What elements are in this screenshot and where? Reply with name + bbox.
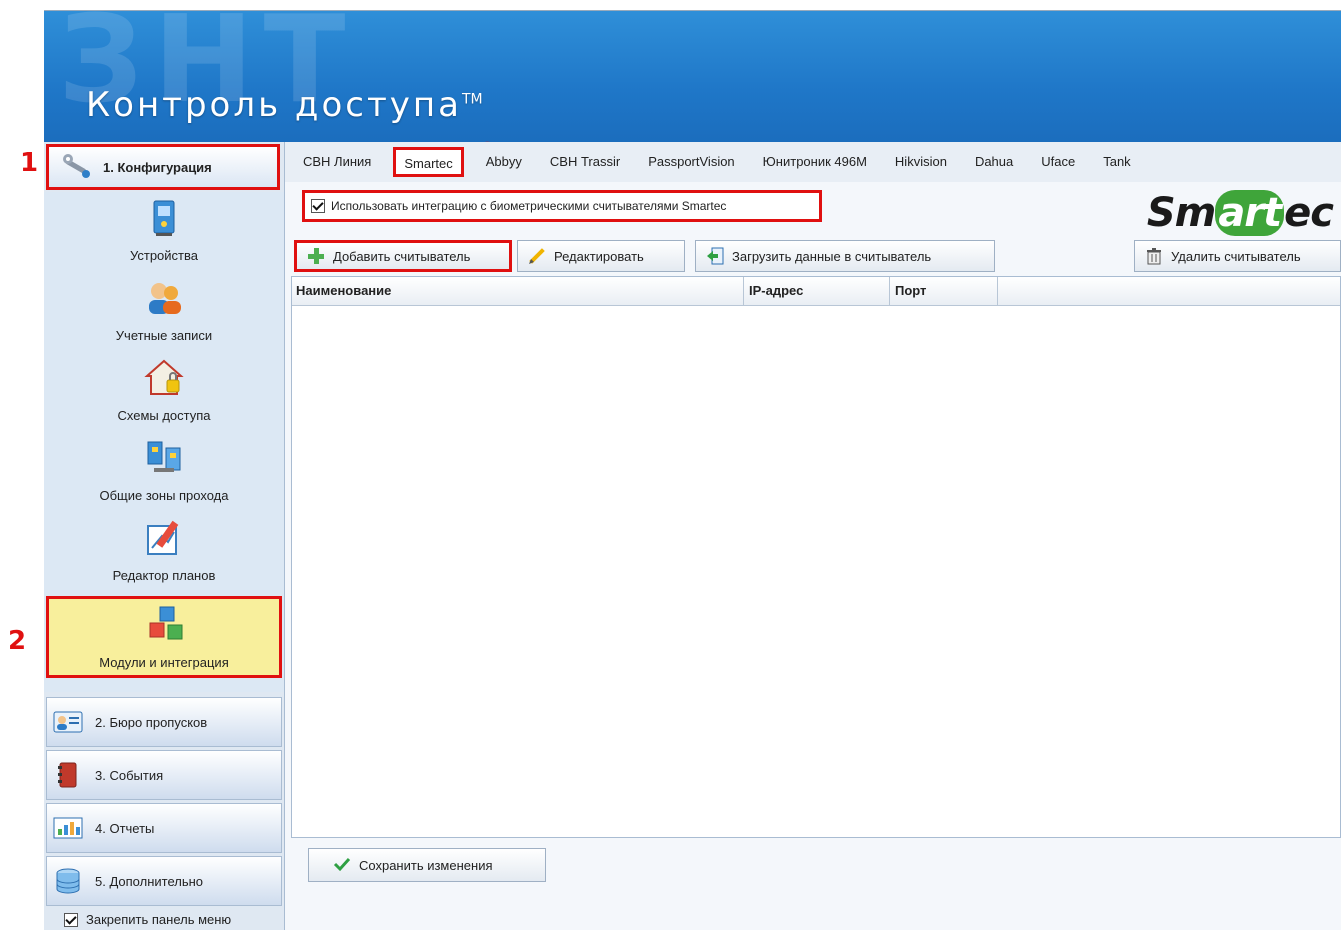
pass-bureau-icon xyxy=(53,709,83,735)
checkmark-icon xyxy=(333,856,351,875)
trash-icon xyxy=(1145,247,1163,265)
wrench-icon xyxy=(61,152,93,183)
section-label: 4. Отчеты xyxy=(95,820,155,836)
main-panel: СВН Линия Smartec Abbyy СВН Trassir Pass… xyxy=(285,142,1341,930)
sidebar-item-devices[interactable]: Устройства xyxy=(44,192,284,272)
configuration-label: 1. Конфигурация xyxy=(103,159,212,175)
access-schemes-icon xyxy=(144,358,184,398)
sidebar: 1. Конфигурация Устройства Учетные запис… xyxy=(44,142,285,930)
app-title: Контроль доступаTM xyxy=(86,85,483,125)
sidebar-item-label: Редактор планов xyxy=(112,568,216,583)
plan-editor-icon xyxy=(144,518,184,558)
section-additional[interactable]: 5. Дополнительно xyxy=(46,856,282,906)
section-label: 3. События xyxy=(95,767,164,783)
sidebar-item-access-schemes[interactable]: Схемы доступа xyxy=(44,352,284,432)
add-reader-button[interactable]: Добавить считыватель xyxy=(294,240,512,272)
pin-menu-checkbox[interactable] xyxy=(64,912,78,927)
devices-icon xyxy=(144,198,184,238)
frame-left-gutter xyxy=(0,0,44,930)
section-label: 2. Бюро пропусков xyxy=(95,714,208,730)
sidebar-item-label: Общие зоны прохода xyxy=(99,488,229,503)
pin-menu-label: Закрепить панель меню xyxy=(86,912,232,927)
use-integration-checkbox[interactable] xyxy=(311,199,325,213)
tab-svn-trassir[interactable]: СВН Trassir xyxy=(536,142,634,182)
edit-button[interactable]: Редактировать xyxy=(517,240,685,272)
table-header: Наименование IP-адрес Порт xyxy=(292,277,1340,306)
tab-hikvision[interactable]: Hikvision xyxy=(881,142,961,182)
smartec-logo: Smartec xyxy=(1146,190,1334,236)
save-changes-button[interactable]: Сохранить изменения xyxy=(308,848,546,882)
tab-svn-liniya[interactable]: СВН Линия xyxy=(285,142,385,182)
sidebar-item-label: Модули и интеграция xyxy=(99,655,229,670)
integration-tabs: СВН Линия Smartec Abbyy СВН Trassir Pass… xyxy=(285,142,1341,182)
events-icon xyxy=(53,762,83,788)
sidebar-item-common-zones[interactable]: Общие зоны прохода xyxy=(44,432,284,512)
delete-reader-button[interactable]: Удалить считыватель xyxy=(1134,240,1341,272)
tab-smartec[interactable]: Smartec xyxy=(393,147,464,177)
database-icon xyxy=(53,868,83,894)
column-name[interactable]: Наименование xyxy=(292,277,744,305)
sidebar-item-modules[interactable]: Модули и интеграция xyxy=(46,596,282,678)
tab-uface[interactable]: Uface xyxy=(1027,142,1089,182)
configuration-panel: Устройства Учетные записи Схемы доступа … xyxy=(44,192,284,692)
tab-tank[interactable]: Tank xyxy=(1089,142,1144,182)
configuration-section-button[interactable]: 1. Конфигурация xyxy=(46,144,280,190)
readers-table: Наименование IP-адрес Порт xyxy=(291,276,1341,838)
reader-toolbar: Добавить считыватель Редактировать Загру… xyxy=(285,240,1341,276)
column-ip-address[interactable]: IP-адрес xyxy=(744,277,890,305)
pin-menu-panel[interactable]: Закрепить панель меню xyxy=(64,912,231,927)
tab-passportvision[interactable]: PassportVision xyxy=(634,142,748,182)
upload-to-reader-button[interactable]: Загрузить данные в считыватель xyxy=(695,240,995,272)
sidebar-item-accounts[interactable]: Учетные записи xyxy=(44,272,284,352)
section-pass-bureau[interactable]: 2. Бюро пропусков xyxy=(46,697,282,747)
pencil-icon xyxy=(528,247,546,265)
sidebar-item-label: Схемы доступа xyxy=(117,408,211,423)
section-events[interactable]: 3. События xyxy=(46,750,282,800)
sidebar-item-label: Учетные записи xyxy=(115,328,213,343)
sidebar-item-label: Устройства xyxy=(129,248,198,263)
modules-icon xyxy=(147,605,187,645)
column-port[interactable]: Порт xyxy=(890,277,998,305)
tab-dahua[interactable]: Dahua xyxy=(961,142,1027,182)
accounts-icon xyxy=(144,278,184,318)
upload-icon xyxy=(706,247,724,265)
annotation-1: 1 xyxy=(20,148,39,178)
common-zones-icon xyxy=(144,438,184,478)
section-label: 5. Дополнительно xyxy=(95,873,204,889)
use-integration-label: Использовать интеграцию с биометрическим… xyxy=(331,199,727,213)
tab-yunitronik[interactable]: Юнитроник 496М xyxy=(749,142,881,182)
app-header: ЗНТ Контроль доступаTM xyxy=(44,10,1341,143)
plus-icon xyxy=(307,247,325,265)
tab-abbyy[interactable]: Abbyy xyxy=(472,142,536,182)
section-reports[interactable]: 4. Отчеты xyxy=(46,803,282,853)
annotation-2: 2 xyxy=(8,626,27,656)
use-integration-row[interactable]: Использовать интеграцию с биометрическим… xyxy=(302,190,822,222)
sidebar-item-plan-editor[interactable]: Редактор планов xyxy=(44,512,284,592)
reports-icon xyxy=(53,815,83,841)
